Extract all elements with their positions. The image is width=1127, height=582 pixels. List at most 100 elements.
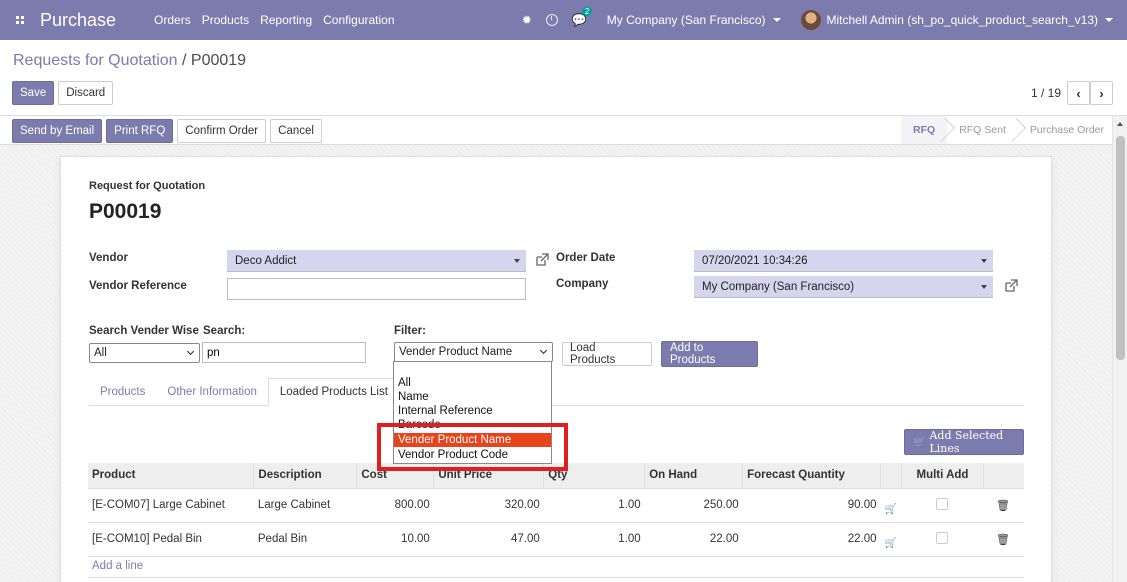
document-name: P00019 [89, 200, 162, 223]
trash-icon[interactable]: 🗑 [996, 500, 1010, 512]
cell-unit-price[interactable]: 47.00 [433, 522, 544, 557]
column-header-forecast-quantity[interactable]: Forecast Quantity [742, 463, 881, 489]
stage-rfq[interactable]: RFQ [901, 116, 948, 144]
app-title[interactable]: Purchase [40, 10, 116, 31]
vendor-field[interactable]: Deco Addict [227, 250, 526, 272]
breadcrumb-parent[interactable]: Requests for Quotation [13, 52, 178, 69]
cart-icon[interactable]: 🛒 [885, 504, 897, 515]
filter-option-vender-product-name[interactable]: Vender Product Name [394, 433, 551, 447]
cancel-button[interactable]: Cancel [270, 119, 322, 143]
debug-bug-icon[interactable]: ✹ [522, 13, 532, 27]
load-products-button[interactable]: Load Products [562, 342, 652, 366]
add-to-products-button[interactable]: Add to Products [661, 341, 758, 367]
external-link-icon[interactable] [535, 253, 549, 267]
cell-product[interactable]: [E-COM10] Pedal Bin [88, 522, 254, 557]
column-header-multi-add[interactable]: Multi Add [900, 463, 984, 489]
cell-qty[interactable]: 1.00 [543, 522, 645, 557]
pager-previous-button[interactable]: ‹ [1067, 81, 1090, 105]
table-header-row: Product Description Cost Unit Price Qty … [88, 463, 1024, 489]
column-header-cart [880, 463, 901, 489]
scrollbar-thumb[interactable] [1116, 136, 1125, 360]
cart-icon[interactable]: 🛒 [885, 538, 897, 549]
vendor-reference-input[interactable] [227, 278, 526, 300]
menu-products[interactable]: Products [202, 13, 249, 27]
column-header-product[interactable]: Product [88, 463, 254, 489]
confirm-order-button[interactable]: Confirm Order [177, 119, 267, 143]
company-switcher[interactable]: My Company (San Francisco) [607, 13, 781, 27]
cell-description[interactable]: Pedal Bin [253, 522, 357, 557]
cell-unit-price[interactable]: 320.00 [433, 488, 544, 523]
cell-qty[interactable]: 1.00 [543, 488, 645, 523]
company-label: Company [556, 278, 609, 290]
form-sheet: Request for Quotation P00019 Vendor Deco… [60, 156, 1052, 582]
pager: 1 / 19 ‹ › [1031, 81, 1113, 105]
menu-configuration[interactable]: Configuration [323, 13, 394, 27]
order-date-field[interactable]: 07/20/2021 10:34:26 [694, 250, 993, 272]
company-field[interactable]: My Company (San Francisco) [694, 276, 993, 298]
column-header-on-hand[interactable]: On Hand [644, 463, 743, 489]
user-menu[interactable]: Mitchell Admin (sh_po_quick_product_sear… [800, 10, 1113, 30]
stage-progress: RFQ RFQ Sent Purchase Order [901, 116, 1116, 144]
column-header-qty[interactable]: Qty [543, 463, 645, 489]
multi-add-checkbox[interactable] [936, 497, 949, 510]
cell-cost[interactable]: 10.00 [356, 522, 434, 557]
external-link-icon[interactable] [1004, 279, 1018, 293]
column-header-description[interactable]: Description [253, 463, 357, 489]
table-row[interactable]: [E-COM07] Large Cabinet Large Cabinet 80… [88, 488, 1024, 523]
filter-option-name[interactable]: Name [394, 390, 551, 404]
avatar [800, 10, 821, 30]
order-date-value: 07/20/2021 10:34:26 [702, 254, 808, 267]
pager-next-button[interactable]: › [1090, 81, 1113, 105]
activity-clock-icon[interactable] [545, 14, 558, 26]
vendor-label: Vendor [89, 252, 128, 264]
tab-other-information[interactable]: Other Information [156, 378, 267, 406]
cell-cost[interactable]: 800.00 [356, 488, 434, 523]
tab-products[interactable]: Products [89, 378, 156, 406]
cell-product[interactable]: [E-COM07] Large Cabinet [88, 488, 254, 523]
top-navbar: Purchase Orders Products Reporting Confi… [0, 0, 1127, 40]
search-vendor-wise-label: Search Vender Wise [89, 325, 199, 337]
scroll-up-arrow-icon[interactable] [1117, 122, 1123, 126]
status-bar: Send by Email Print RFQ Confirm Order Ca… [0, 116, 1127, 145]
multi-add-checkbox[interactable] [936, 531, 949, 544]
cell-multi-add [901, 488, 984, 523]
stage-rfq-sent[interactable]: RFQ Sent [947, 116, 1018, 144]
filter-option-barcode[interactable]: Barcode [394, 418, 551, 432]
filter-select[interactable]: Vender Product Name [394, 342, 553, 362]
chevron-down-icon [186, 347, 195, 356]
cell-cart: 🛒 [880, 522, 901, 557]
vertical-scrollbar[interactable] [1112, 116, 1127, 582]
search-input[interactable] [202, 342, 366, 363]
discard-button[interactable]: Discard [58, 81, 114, 105]
vendor-wise-select[interactable]: All [89, 343, 200, 363]
notebook-tabs: Products Other Information Loaded Produc… [89, 378, 1024, 406]
filter-dropdown-list: All Name Internal Reference Barcode Vend… [393, 361, 552, 464]
stage-purchase-order[interactable]: Purchase Order [1018, 116, 1116, 144]
breadcrumb-current: P00019 [190, 52, 247, 69]
cell-description[interactable]: Large Cabinet [253, 488, 357, 523]
save-button[interactable]: Save [12, 81, 55, 105]
messaging-chat-icon[interactable]: 💬 2 [572, 7, 593, 27]
filter-option-internal-reference[interactable]: Internal Reference [394, 404, 551, 418]
pager-value[interactable]: 1 / 19 [1031, 86, 1061, 100]
cell-cart: 🛒 [880, 488, 901, 523]
filter-option-all[interactable]: All [394, 376, 551, 390]
trash-icon[interactable]: 🗑 [996, 534, 1010, 546]
send-by-email-button[interactable]: Send by Email [12, 119, 103, 143]
filter-option-vendor-product-code[interactable]: Vendor Product Code [394, 448, 551, 462]
add-a-line-link[interactable]: Add a line [92, 560, 143, 572]
user-name: Mitchell Admin (sh_po_quick_product_sear… [826, 13, 1098, 27]
column-header-cost[interactable]: Cost [356, 463, 434, 489]
apps-menu-icon[interactable] [0, 0, 40, 40]
add-selected-lines-button[interactable]: 🛒 Add Selected Lines [904, 429, 1024, 455]
print-rfq-button[interactable]: Print RFQ [106, 119, 174, 143]
menu-reporting[interactable]: Reporting [260, 13, 312, 27]
table-row[interactable]: [E-COM10] Pedal Bin Pedal Bin 10.00 47.0… [88, 522, 1024, 557]
column-header-unit-price[interactable]: Unit Price [433, 463, 544, 489]
menu-orders[interactable]: Orders [154, 13, 191, 27]
filter-select-value: Vender Product Name [399, 346, 513, 358]
breadcrumb: Requests for Quotation / P00019 [13, 52, 246, 70]
table-bottom-border [88, 577, 1024, 578]
chevron-down-icon [539, 346, 548, 355]
tab-loaded-products-list[interactable]: Loaded Products List [267, 378, 400, 406]
